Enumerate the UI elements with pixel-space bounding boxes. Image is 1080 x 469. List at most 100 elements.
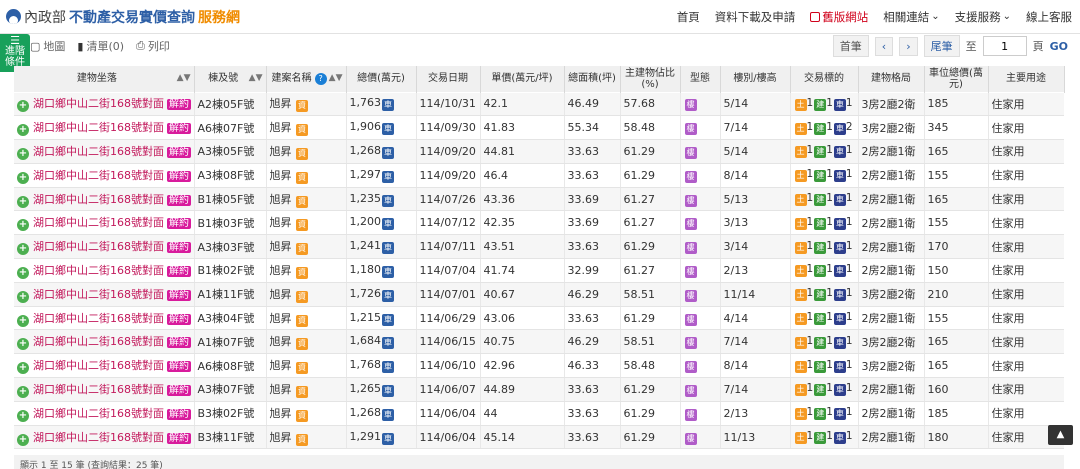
expand-icon[interactable]: + bbox=[17, 243, 29, 256]
table-row[interactable]: + 湖口鄉中山二街168號對面 解約 A2棟05F號 旭昇 資 1,763 車 114/10/… bbox=[14, 91, 1064, 117]
building-type-icon[interactable]: 樓 bbox=[684, 146, 697, 159]
col-project[interactable]: 建案名稱 ? ▲▼ bbox=[266, 66, 347, 92]
project-name[interactable]: 旭昇 bbox=[270, 193, 292, 206]
land-icon[interactable]: 土 bbox=[794, 194, 807, 207]
cell-address[interactable]: + 湖口鄉中山二街168號對面 解約 bbox=[14, 258, 194, 283]
page-number-input[interactable] bbox=[982, 36, 1027, 56]
cell-address[interactable]: + 湖口鄉中山二街168號對面 解約 bbox=[14, 139, 194, 164]
parking-included-icon[interactable]: 車 bbox=[382, 194, 394, 207]
parking-icon[interactable]: 車 bbox=[833, 313, 846, 326]
parking-icon[interactable]: 車 bbox=[833, 265, 846, 278]
parking-included-icon[interactable]: 車 bbox=[382, 337, 394, 350]
nav-online-service[interactable]: 線上客服 bbox=[1026, 9, 1072, 25]
building-icon[interactable]: 建 bbox=[814, 432, 827, 445]
parking-included-icon[interactable]: 車 bbox=[382, 265, 394, 278]
parking-icon[interactable]: 車 bbox=[833, 170, 846, 183]
address-link[interactable]: 湖口鄉中山二街168號對面 bbox=[33, 407, 164, 420]
project-name[interactable]: 旭昇 bbox=[270, 169, 292, 182]
address-link[interactable]: 湖口鄉中山二街168號對面 bbox=[33, 335, 164, 348]
nav-download[interactable]: 資料下載及申請 bbox=[715, 9, 796, 25]
table-row[interactable]: + 湖口鄉中山二街168號對面 解約 B1棟03F號 旭昇 資 1,200 車 114/07/… bbox=[14, 210, 1064, 236]
project-info-icon[interactable]: 資 bbox=[296, 338, 308, 351]
building-type-icon[interactable]: 樓 bbox=[684, 289, 697, 302]
table-row[interactable]: + 湖口鄉中山二街168號對面 解約 A3棟03F號 旭昇 資 1,241 車 114/07/… bbox=[14, 234, 1064, 260]
building-type-icon[interactable]: 樓 bbox=[684, 384, 697, 397]
parking-included-icon[interactable]: 車 bbox=[382, 170, 394, 183]
land-icon[interactable]: 土 bbox=[794, 289, 807, 302]
land-icon[interactable]: 土 bbox=[794, 360, 807, 373]
parking-icon[interactable]: 車 bbox=[833, 241, 846, 254]
expand-icon[interactable]: + bbox=[17, 195, 29, 208]
cell-address[interactable]: + 湖口鄉中山二街168號對面 解約 bbox=[14, 377, 194, 402]
next-page-button[interactable]: › bbox=[899, 36, 918, 56]
address-link[interactable]: 湖口鄉中山二街168號對面 bbox=[33, 97, 164, 110]
address-link[interactable]: 湖口鄉中山二街168號對面 bbox=[33, 359, 164, 372]
land-icon[interactable]: 土 bbox=[794, 98, 807, 111]
building-icon[interactable]: 建 bbox=[814, 336, 827, 349]
scroll-to-top-button[interactable]: ▲ bbox=[1048, 425, 1073, 445]
parking-icon[interactable]: 車 bbox=[833, 194, 846, 207]
address-link[interactable]: 湖口鄉中山二街168號對面 bbox=[33, 169, 164, 182]
project-name[interactable]: 旭昇 bbox=[270, 383, 292, 396]
address-link[interactable]: 湖口鄉中山二街168號對面 bbox=[33, 145, 164, 158]
parking-icon[interactable]: 車 bbox=[833, 408, 846, 421]
project-info-icon[interactable]: 資 bbox=[296, 195, 308, 208]
col-floor[interactable]: 樓別/樓高 bbox=[720, 66, 791, 92]
table-row[interactable]: + 湖口鄉中山二街168號對面 解約 A1棟07F號 旭昇 資 1,684 車 114/06/… bbox=[14, 329, 1064, 355]
prev-page-button[interactable]: ‹ bbox=[874, 36, 894, 56]
expand-icon[interactable]: + bbox=[17, 290, 29, 303]
parking-included-icon[interactable]: 車 bbox=[382, 99, 394, 112]
table-row[interactable]: + 湖口鄉中山二街168號對面 解約 A1棟11F號 旭昇 資 1,726 車 114/07/… bbox=[14, 281, 1064, 307]
nav-home[interactable]: 首頁 bbox=[677, 9, 700, 25]
project-name[interactable]: 旭昇 bbox=[270, 240, 292, 253]
land-icon[interactable]: 土 bbox=[794, 408, 807, 421]
col-ratio[interactable]: 主建物佔比(%) bbox=[620, 66, 681, 92]
expand-icon[interactable]: + bbox=[17, 409, 29, 422]
project-info-icon[interactable]: 資 bbox=[296, 219, 308, 232]
last-page-button[interactable]: 尾筆 bbox=[923, 35, 960, 57]
building-type-icon[interactable]: 樓 bbox=[684, 265, 697, 278]
building-type-icon[interactable]: 樓 bbox=[684, 218, 697, 231]
expand-icon[interactable]: + bbox=[17, 266, 29, 279]
project-info-icon[interactable]: 資 bbox=[296, 433, 308, 446]
land-icon[interactable]: 土 bbox=[794, 265, 807, 278]
parking-included-icon[interactable]: 車 bbox=[382, 432, 394, 445]
project-name[interactable]: 旭昇 bbox=[270, 335, 292, 348]
project-info-icon[interactable]: 資 bbox=[296, 147, 308, 160]
address-link[interactable]: 湖口鄉中山二街168號對面 bbox=[33, 431, 164, 444]
table-row[interactable]: + 湖口鄉中山二街168號對面 解約 A3棟04F號 旭昇 資 1,215 車 114/06/… bbox=[14, 305, 1064, 331]
parking-included-icon[interactable]: 車 bbox=[382, 242, 394, 255]
address-link[interactable]: 湖口鄉中山二街168號對面 bbox=[33, 240, 164, 253]
building-icon[interactable]: 建 bbox=[814, 289, 827, 302]
address-link[interactable]: 湖口鄉中山二街168號對面 bbox=[33, 121, 164, 134]
project-info-icon[interactable]: 資 bbox=[296, 362, 308, 375]
parking-icon[interactable]: 車 bbox=[833, 122, 846, 135]
cell-address[interactable]: + 湖口鄉中山二街168號對面 解約 bbox=[14, 305, 194, 331]
cell-address[interactable]: + 湖口鄉中山二街168號對面 解約 bbox=[14, 329, 194, 355]
parking-included-icon[interactable]: 車 bbox=[382, 384, 394, 397]
help-icon[interactable]: ? bbox=[314, 72, 327, 85]
table-row[interactable]: + 湖口鄉中山二街168號對面 解約 B1棟05F號 旭昇 資 1,235 車 114/07/… bbox=[14, 186, 1064, 212]
building-icon[interactable]: 建 bbox=[814, 313, 827, 326]
land-icon[interactable]: 土 bbox=[794, 241, 807, 254]
land-icon[interactable]: 土 bbox=[794, 336, 807, 349]
nav-links[interactable]: 相關連結 bbox=[883, 9, 939, 25]
expand-icon[interactable]: + bbox=[17, 171, 29, 184]
building-type-icon[interactable]: 樓 bbox=[684, 194, 697, 207]
print-button[interactable]: ⎙ 列印 bbox=[136, 38, 170, 54]
expand-icon[interactable]: + bbox=[17, 338, 29, 351]
building-icon[interactable]: 建 bbox=[814, 217, 827, 230]
col-unit-price[interactable]: 單價(萬元/坪) bbox=[480, 66, 565, 92]
cell-address[interactable]: + 湖口鄉中山二街168號對面 解約 bbox=[14, 424, 194, 450]
go-button[interactable]: GO bbox=[1050, 40, 1068, 53]
expand-icon[interactable]: + bbox=[17, 362, 29, 375]
building-icon[interactable]: 建 bbox=[814, 241, 827, 254]
cell-address[interactable]: + 湖口鄉中山二街168號對面 解約 bbox=[14, 162, 194, 188]
col-use[interactable]: 主要用途 bbox=[988, 66, 1065, 92]
cell-address[interactable]: + 湖口鄉中山二街168號對面 解約 bbox=[14, 353, 194, 379]
table-row[interactable]: + 湖口鄉中山二街168號對面 解約 B3棟02F號 旭昇 資 1,268 車 114/06/… bbox=[14, 400, 1064, 426]
project-name[interactable]: 旭昇 bbox=[270, 97, 292, 110]
table-row[interactable]: + 湖口鄉中山二街168號對面 解約 B1棟02F號 旭昇 資 1,180 車 114/07/… bbox=[14, 258, 1064, 283]
building-type-icon[interactable]: 樓 bbox=[684, 242, 697, 255]
land-icon[interactable]: 土 bbox=[794, 313, 807, 326]
